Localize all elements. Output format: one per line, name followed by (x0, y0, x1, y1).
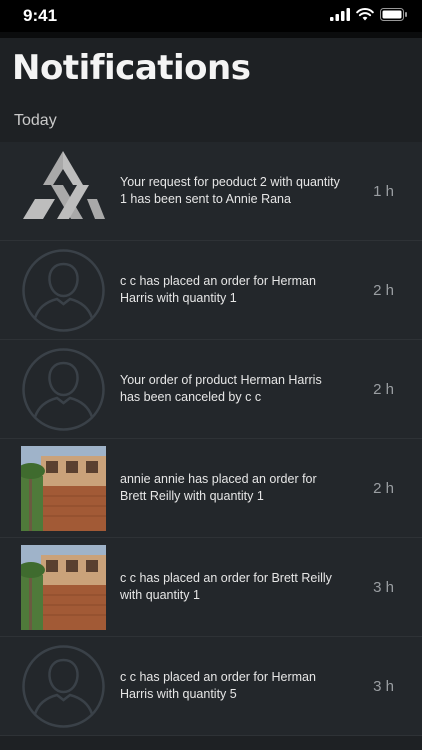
notification-row[interactable]: Your request for peoduct 2 with quantity… (0, 142, 422, 241)
notification-list: Your request for peoduct 2 with quantity… (0, 142, 422, 736)
notification-message: annie annie has placed an order for Bret… (120, 472, 317, 503)
notification-time: 2 h (373, 281, 394, 299)
notification-time: 2 h (373, 380, 394, 398)
notification-row[interactable]: c c has placed an order for Brett Reilly… (0, 538, 422, 637)
avatar-placeholder-icon (21, 347, 106, 432)
notification-message: c c has placed an order for Herman Harri… (120, 670, 316, 701)
status-icons (330, 8, 408, 21)
app-logo-icon (21, 149, 106, 234)
notification-time: 2 h (373, 479, 394, 497)
notification-time: 3 h (373, 578, 394, 596)
status-bar: 9:41 (0, 0, 422, 32)
notification-row[interactable]: Your order of product Herman Harris has … (0, 340, 422, 439)
notification-row[interactable]: c c has placed an order for Herman Harri… (0, 241, 422, 340)
header: Notifications (0, 38, 422, 104)
notification-message: Your order of product Herman Harris has … (120, 373, 322, 404)
notification-message: Your request for peoduct 2 with quantity… (120, 175, 340, 206)
battery-icon (380, 8, 407, 21)
notification-time: 3 h (373, 677, 394, 695)
signal-icon (330, 8, 350, 21)
avatar-placeholder-icon (21, 644, 106, 729)
section-header: Today (0, 104, 422, 142)
notification-time: 1 h (373, 182, 394, 200)
product-photo (17, 545, 106, 630)
notification-message: c c has placed an order for Brett Reilly… (120, 571, 332, 602)
page-title: Notifications (12, 48, 251, 88)
section-label-today: Today (14, 112, 57, 129)
avatar-placeholder-icon (21, 248, 106, 333)
wifi-icon (356, 8, 374, 21)
product-photo (17, 446, 106, 531)
notification-row[interactable]: annie annie has placed an order for Bret… (0, 439, 422, 538)
notification-row[interactable]: c c has placed an order for Herman Harri… (0, 637, 422, 736)
status-time: 9:41 (23, 6, 58, 25)
notification-message: c c has placed an order for Herman Harri… (120, 274, 316, 305)
